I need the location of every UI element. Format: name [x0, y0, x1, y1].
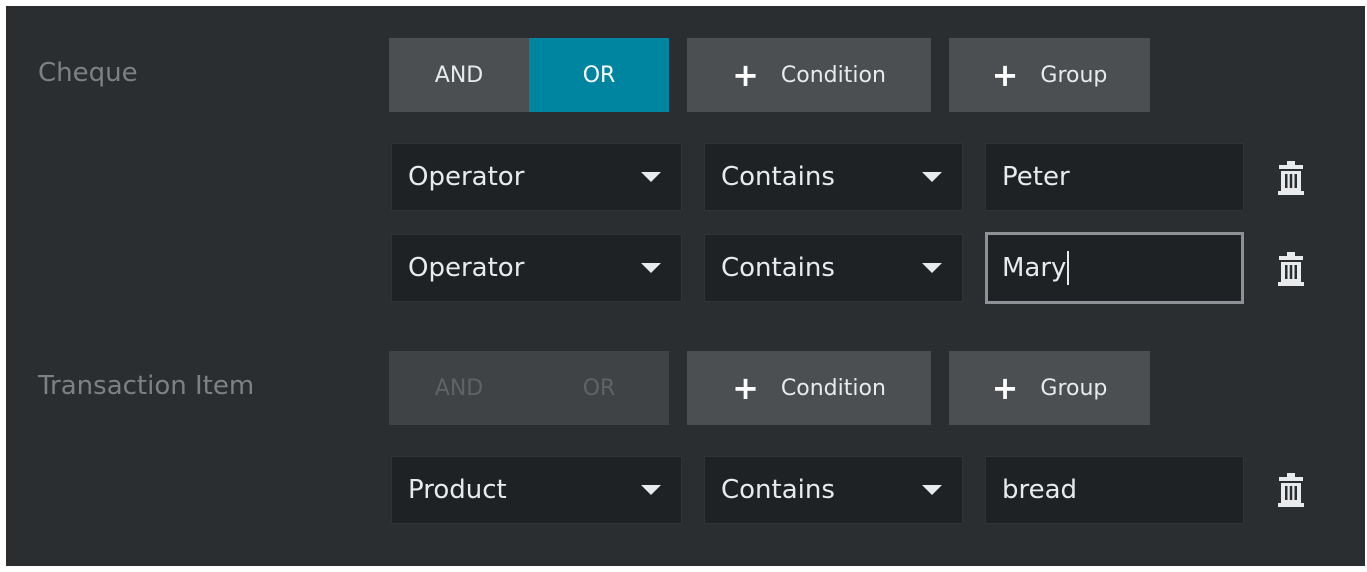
text-cursor	[1067, 251, 1070, 285]
field-select[interactable]: Operator	[391, 143, 682, 211]
chevron-down-icon	[922, 485, 942, 495]
operator-select-value: Contains	[721, 253, 835, 283]
add-condition-label: Condition	[780, 62, 886, 88]
operator-select[interactable]: Contains	[704, 234, 963, 302]
value-input[interactable]: Peter	[985, 143, 1244, 211]
plus-icon: +	[991, 369, 1019, 407]
group-label-cheque: Cheque	[38, 58, 138, 88]
value-input-text: Mary	[1002, 253, 1067, 283]
chevron-down-icon	[922, 172, 942, 182]
add-group-button[interactable]: + Group	[949, 351, 1150, 425]
add-condition-label: Condition	[780, 375, 886, 401]
value-input-text: Peter	[1002, 162, 1070, 192]
value-input[interactable]: Mary	[985, 232, 1244, 304]
or-button[interactable]: OR	[529, 38, 669, 112]
trash-icon[interactable]	[1278, 252, 1304, 286]
add-condition-button[interactable]: + Condition	[687, 351, 931, 425]
and-button: AND	[389, 351, 529, 425]
plus-icon: +	[991, 56, 1019, 94]
operator-select[interactable]: Contains	[704, 143, 963, 211]
plus-icon: +	[732, 56, 759, 94]
value-input-text: bread	[1002, 475, 1078, 505]
group-label-transaction-item: Transaction Item	[38, 371, 255, 401]
chevron-down-icon	[641, 263, 661, 273]
field-select-value: Operator	[408, 253, 525, 283]
field-select-value: Product	[408, 475, 507, 505]
logic-toggle-transaction-item: AND OR	[389, 351, 669, 425]
chevron-down-icon	[641, 485, 661, 495]
plus-icon: +	[732, 369, 759, 407]
operator-select-value: Contains	[721, 475, 835, 505]
add-group-button[interactable]: + Group	[949, 38, 1150, 112]
filter-builder-panel: Cheque AND OR + Condition + Group Operat…	[6, 6, 1365, 566]
operator-select-value: Contains	[721, 162, 835, 192]
or-button: OR	[529, 351, 669, 425]
field-select[interactable]: Product	[391, 456, 682, 524]
chevron-down-icon	[641, 172, 661, 182]
trash-icon[interactable]	[1278, 473, 1304, 507]
logic-toggle-cheque[interactable]: AND OR	[389, 38, 669, 112]
add-group-label: Group	[1040, 62, 1108, 88]
value-input[interactable]: bread	[985, 456, 1244, 524]
trash-icon[interactable]	[1278, 161, 1304, 195]
chevron-down-icon	[922, 263, 942, 273]
field-select-value: Operator	[408, 162, 525, 192]
operator-select[interactable]: Contains	[704, 456, 963, 524]
add-condition-button[interactable]: + Condition	[687, 38, 931, 112]
field-select[interactable]: Operator	[391, 234, 682, 302]
and-button[interactable]: AND	[389, 38, 529, 112]
add-group-label: Group	[1040, 375, 1108, 401]
